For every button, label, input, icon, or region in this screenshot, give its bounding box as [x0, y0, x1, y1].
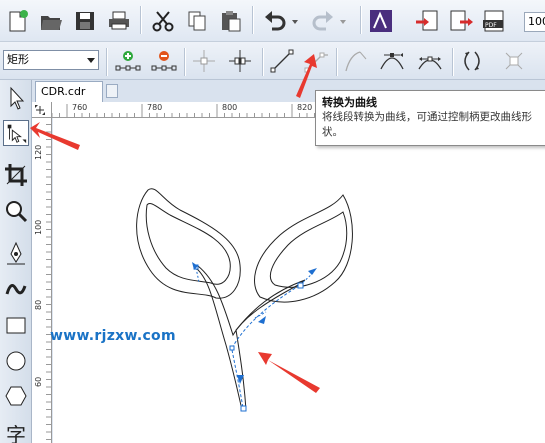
svg-text:PDF: PDF: [485, 22, 497, 29]
new-tab-button[interactable]: [106, 84, 118, 98]
direction-arrow-icon: [308, 268, 317, 275]
ruler-label: 120: [34, 144, 43, 160]
delete-node-icon[interactable]: [150, 47, 178, 75]
ruler-origin[interactable]: [32, 102, 52, 118]
rectangle-tool-icon[interactable]: [3, 313, 29, 339]
crop-tool-icon[interactable]: [3, 162, 29, 188]
reverse-direction-icon[interactable]: [458, 47, 486, 75]
ruler-label: 760: [72, 103, 88, 112]
toolbox: 字: [0, 80, 32, 443]
cut-icon[interactable]: [150, 8, 176, 34]
artistic-media-icon[interactable]: [3, 276, 29, 302]
extract-subpath-icon[interactable]: [500, 47, 528, 75]
app-launcher-icon[interactable]: [368, 8, 394, 34]
cusp-node-icon[interactable]: [342, 47, 370, 75]
symmetrical-node-icon[interactable]: [416, 47, 444, 75]
path-node: [297, 282, 304, 289]
convert-to-line-icon[interactable]: [268, 47, 296, 75]
tooltip-title: 转换为曲线: [322, 96, 377, 109]
watermark-text: www.rjzxw.com: [50, 328, 176, 344]
chevron-down-icon: [87, 58, 95, 63]
polygon-tool-icon[interactable]: [3, 383, 29, 409]
leaf-drawing[interactable]: [53, 118, 545, 443]
ellipse-tool-icon[interactable]: [3, 348, 29, 374]
undo-icon[interactable]: [262, 8, 288, 34]
open-icon[interactable]: [38, 8, 64, 34]
drawing-canvas[interactable]: [53, 118, 545, 443]
smooth-node-icon[interactable]: [378, 47, 406, 75]
save-icon[interactable]: [72, 8, 98, 34]
export-icon[interactable]: [448, 8, 474, 34]
add-node-icon[interactable]: [114, 47, 142, 75]
join-nodes-icon[interactable]: [190, 47, 218, 75]
direction-arrow-icon: [258, 316, 266, 324]
ruler-label: 800: [222, 103, 238, 112]
print-icon[interactable]: [106, 8, 132, 34]
shape-mode-value: 矩形: [7, 53, 29, 66]
redo-dropdown-icon[interactable]: [338, 8, 348, 34]
shape-mode-dropdown[interactable]: 矩形: [3, 50, 99, 70]
left-leaf-shape: [136, 188, 241, 299]
text-tool-icon[interactable]: 字: [3, 420, 29, 443]
shape-tool-icon[interactable]: [3, 120, 29, 146]
ruler-label: 820: [297, 103, 313, 112]
path-node: [229, 345, 235, 351]
convert-to-curve-icon[interactable]: [302, 47, 330, 75]
standard-toolbar: PDF 100: [0, 0, 545, 42]
paste-icon[interactable]: [218, 8, 244, 34]
copy-icon[interactable]: [184, 8, 210, 34]
svg-text:字: 字: [6, 423, 26, 443]
new-icon[interactable]: [4, 8, 30, 34]
ruler-label: 100: [34, 219, 43, 235]
vertical-ruler[interactable]: 120 100 80 60: [32, 102, 52, 443]
ruler-label: 780: [147, 103, 163, 112]
selected-path-segment: [231, 284, 301, 349]
tooltip: 转换为曲线 将线段转换为曲线，可通过控制柄更改曲线形状。: [315, 90, 545, 146]
ruler-label: 80: [34, 299, 43, 310]
property-bar: 矩形: [0, 42, 545, 80]
undo-dropdown-icon[interactable]: [290, 8, 300, 34]
zoom-tool-icon[interactable]: [3, 198, 29, 224]
redo-icon[interactable]: [310, 8, 336, 34]
pdf-icon[interactable]: PDF: [482, 8, 508, 34]
zoom-level-input[interactable]: 100: [524, 12, 545, 32]
tooltip-body: 将线段转换为曲线，可通过控制柄更改曲线形状。: [322, 111, 532, 138]
document-tab[interactable]: CDR.cdr: [35, 81, 103, 102]
path-node: [240, 405, 247, 412]
ruler-label: 60: [34, 376, 43, 387]
break-curve-icon[interactable]: [226, 47, 254, 75]
import-icon[interactable]: [414, 8, 440, 34]
pick-tool-icon[interactable]: [3, 85, 29, 111]
freehand-tool-icon[interactable]: [3, 240, 29, 266]
